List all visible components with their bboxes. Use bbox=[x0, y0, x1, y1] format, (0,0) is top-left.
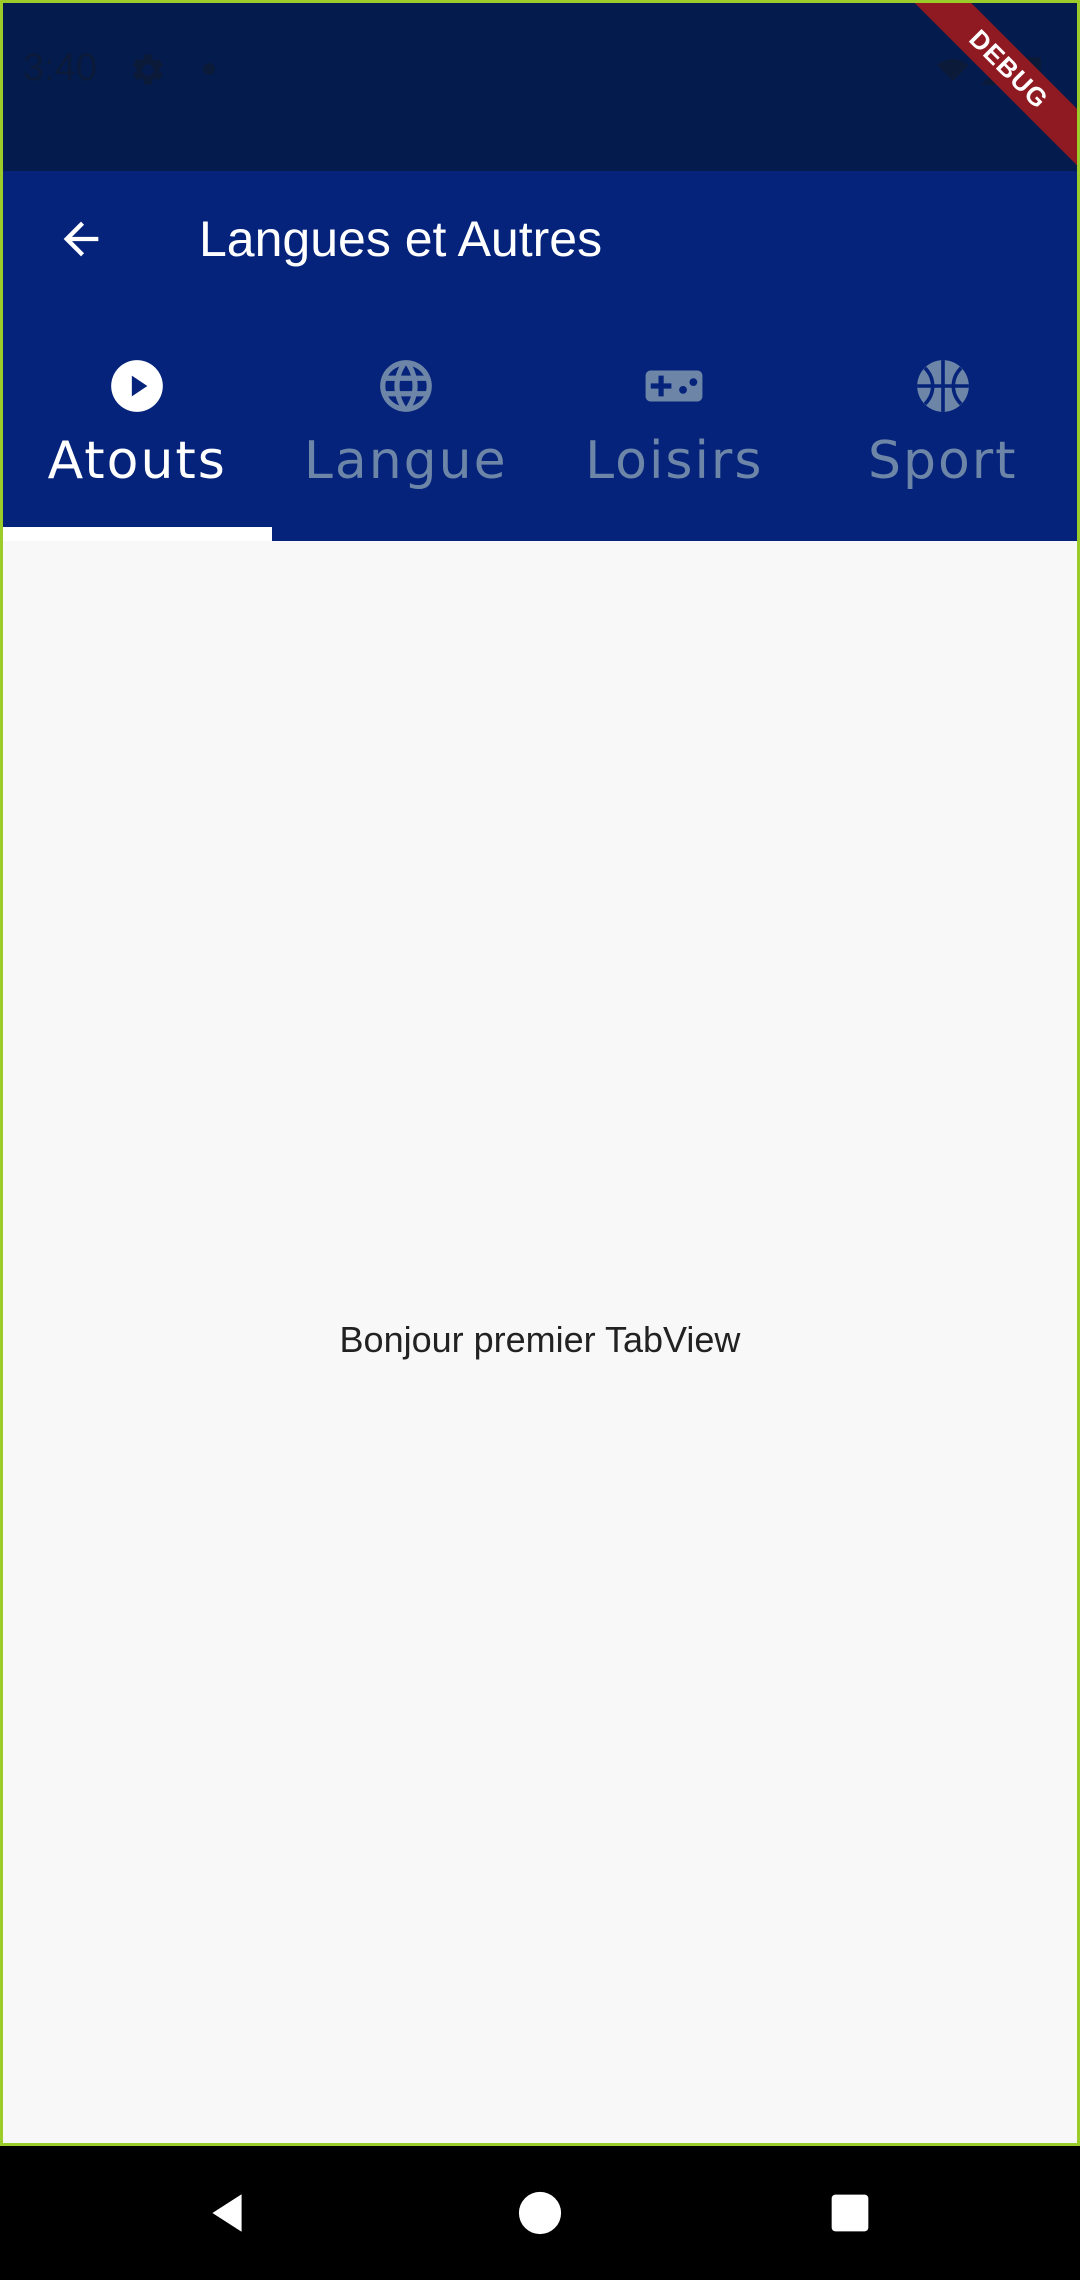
basketball-icon bbox=[912, 355, 974, 417]
tab-content-text: Bonjour premier TabView bbox=[339, 1319, 741, 1360]
notification-dot-icon bbox=[203, 63, 215, 75]
status-time: 3:40 bbox=[23, 47, 97, 89]
back-triangle-icon bbox=[212, 2194, 242, 2232]
recents-square-icon bbox=[831, 2194, 869, 2232]
tab-label: Atouts bbox=[47, 431, 227, 491]
arrow-back-icon bbox=[63, 221, 99, 257]
app-frame: 3:40 Langues et Autres Atouts Langue Loi… bbox=[0, 0, 1080, 2146]
play-circle-icon bbox=[106, 355, 168, 417]
tab-label: Loisirs bbox=[585, 431, 764, 491]
tab-langue[interactable]: Langue bbox=[272, 341, 541, 541]
back-button[interactable] bbox=[43, 201, 119, 277]
gamepad-icon bbox=[643, 355, 705, 417]
tab-label: Langue bbox=[303, 431, 508, 491]
page-title: Langues et Autres bbox=[199, 211, 603, 267]
nav-home-button[interactable] bbox=[503, 2176, 577, 2250]
home-circle-icon bbox=[518, 2191, 562, 2235]
status-bar: 3:40 bbox=[3, 3, 1077, 171]
nav-back-button[interactable] bbox=[190, 2176, 264, 2250]
app-bar: Langues et Autres Atouts Langue Loisirs … bbox=[3, 171, 1077, 541]
tab-sport[interactable]: Sport bbox=[809, 341, 1078, 541]
nav-recents-button[interactable] bbox=[813, 2176, 887, 2250]
screen: 3:40 Langues et Autres Atouts Langue Loi… bbox=[0, 0, 1080, 2280]
tab-label: Sport bbox=[867, 431, 1018, 491]
gear-icon bbox=[133, 54, 163, 85]
system-nav-bar bbox=[0, 2146, 1080, 2280]
globe-icon bbox=[375, 355, 437, 417]
tab-atouts[interactable]: Atouts bbox=[3, 341, 272, 541]
tab-indicator bbox=[3, 527, 272, 541]
tab-bar: Atouts Langue Loisirs Sport bbox=[3, 341, 1077, 541]
tab-loisirs[interactable]: Loisirs bbox=[540, 341, 809, 541]
wifi-off-icon bbox=[937, 59, 969, 81]
